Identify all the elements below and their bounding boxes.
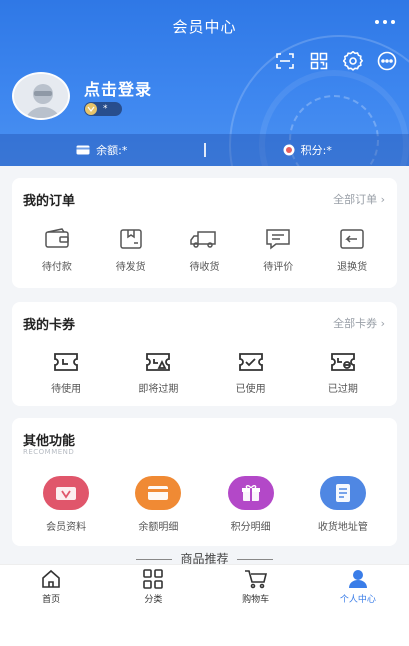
order-status-grid: 待付款 待发货 待收货 待评价 退换货 [12,228,397,273]
coupon-status-label: 待使用 [51,384,82,395]
avatar[interactable] [12,72,70,120]
truck-icon [190,231,217,248]
member-icon [43,476,90,510]
order-pending-review[interactable]: 待评价 [241,228,315,273]
login-link[interactable]: 点击登录 [84,76,152,100]
tab-category[interactable]: 分类 [102,565,204,608]
balance-label: 余额:* [96,144,128,157]
member-level-badge: * [84,102,122,116]
coupon-used[interactable]: 已使用 [205,352,297,395]
functions-title: 其他功能 [23,434,76,449]
heading-line [236,559,273,560]
coupon-unused[interactable]: 待使用 [20,352,112,395]
function-label: 积分明细 [230,522,271,533]
wallet-card-icon [76,145,90,155]
order-status-label: 待收货 [189,262,220,273]
cart-icon [244,570,267,589]
points-detail-entry[interactable]: 积分明细 [205,476,297,533]
tab-label: 购物车 [242,595,270,605]
account-stats-bar: 余额:* 积分:* [0,134,409,166]
member-header: 会员中心 点击登录 * 余额:* 积分:* [0,0,409,166]
points-label: 积分:* [300,144,332,157]
balance-detail-entry[interactable]: 余额明细 [112,476,204,533]
level-coin-icon [85,103,97,115]
ticket-check-icon [238,353,263,371]
comment-icon [266,229,291,250]
coupon-expired[interactable]: 已过期 [297,352,389,395]
coupon-status-label: 已过期 [327,384,358,395]
card-icon [135,476,182,510]
order-pending-payment[interactable]: 待付款 [20,228,94,273]
page-title: 会员中心 [172,18,237,36]
more-icon[interactable] [375,18,395,26]
functions-card: 其他功能 RECOMMEND 会员资料 余额明细 积分明细 收货地址管 [12,418,397,546]
user-icon [348,570,367,588]
function-label: 会员资料 [46,522,87,533]
order-status-label: 退换货 [337,262,368,273]
order-status-label: 待付款 [41,262,72,273]
wallet-icon [45,228,69,248]
ticket-icon [54,353,79,371]
balance-stat[interactable]: 余额:* [0,142,204,158]
member-level-value: * [103,104,108,114]
tab-cart[interactable]: 购物车 [205,565,307,608]
gift-icon [227,476,274,510]
screen: 会员中心 点击登录 * 余额:* 积分:* 我的订单 全部订单 › 待付款 待发… [0,0,409,646]
message-icon[interactable] [375,50,399,72]
scan-icon[interactable] [273,50,297,72]
settings-icon[interactable] [341,50,365,72]
points-icon [283,144,295,156]
order-status-label: 待发货 [115,262,146,273]
address-management-entry[interactable]: 收货地址管 [297,476,389,533]
coupons-card: 我的卡券 全部卡券 › 待使用 即将过期 已使用 已过期 [12,302,397,406]
tab-label: 分类 [144,595,163,605]
qrcode-icon[interactable] [307,50,331,72]
home-icon [42,569,60,588]
tab-profile[interactable]: 个人中心 [307,565,409,608]
member-profile-entry[interactable]: 会员资料 [20,476,112,533]
header-toolbar [273,50,399,72]
coupon-status-label: 已使用 [235,384,266,395]
order-pending-shipment[interactable]: 待发货 [94,228,168,273]
return-icon [340,229,364,249]
function-label: 收货地址管 [317,522,368,533]
address-icon [319,476,366,510]
all-coupons-link[interactable]: 全部卡券 › [333,315,385,331]
functions-grid: 会员资料 余额明细 积分明细 收货地址管 [12,476,397,533]
ticket-warning-icon [146,353,171,371]
functions-subtitle: RECOMMEND [23,448,75,456]
ticket-expired-icon [330,353,355,371]
order-pending-receipt[interactable]: 待收货 [168,228,242,273]
coupon-status-label: 即将过期 [138,384,179,395]
all-orders-link[interactable]: 全部订单 › [333,191,385,207]
order-status-label: 待评价 [263,262,294,273]
bottom-tab-bar: 首页 分类 购物车 个人中心 [0,564,409,608]
orders-title: 我的订单 [23,194,76,209]
orders-card: 我的订单 全部订单 › 待付款 待发货 待收货 待评价 退换货 [12,178,397,288]
tab-label: 首页 [42,595,61,605]
bottom-blank-area [0,608,409,646]
function-label: 余额明细 [138,522,179,533]
order-return-exchange[interactable]: 退换货 [315,228,389,273]
package-icon [119,229,142,249]
coupon-expiring[interactable]: 即将过期 [112,352,204,395]
tab-label: 个人中心 [339,595,376,605]
heading-line [136,559,173,560]
coupons-title: 我的卡券 [23,318,76,333]
points-stat[interactable]: 积分:* [206,142,409,158]
category-icon [143,569,164,589]
tab-home[interactable]: 首页 [0,565,102,608]
coupon-status-grid: 待使用 即将过期 已使用 已过期 [12,352,397,395]
